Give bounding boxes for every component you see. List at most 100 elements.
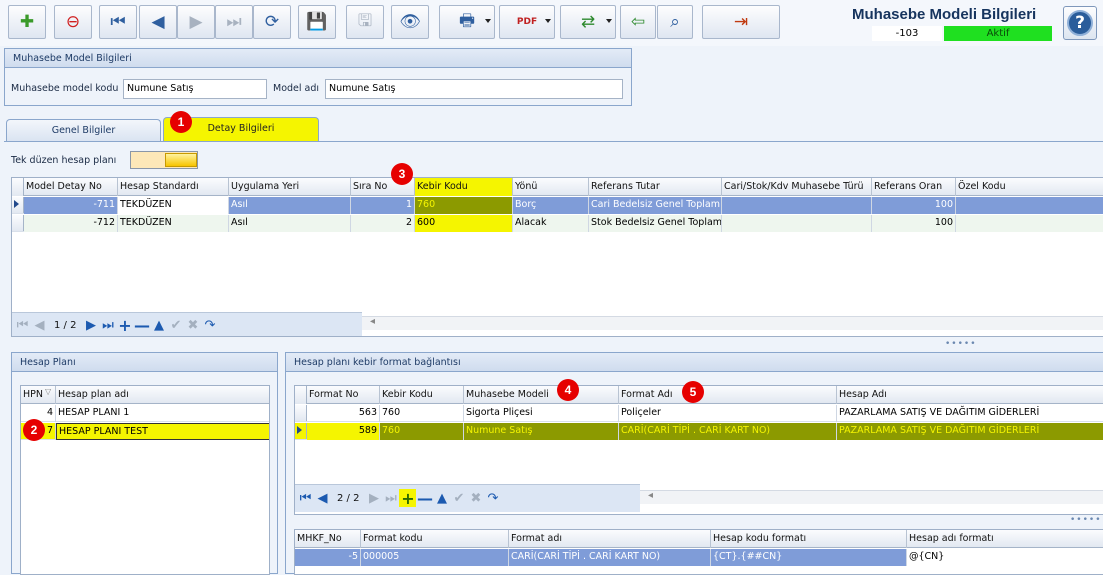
first-record-icon: ⏮: [110, 12, 126, 32]
col-hesap-kodu-formati[interactable]: Hesap kodu formatı: [711, 530, 907, 548]
table-row[interactable]: -712 TEKDÜZEN Asıl 2 600 Alacak Stok Bed…: [12, 215, 1103, 232]
hesap-plani-group: Hesap Planı HPN ▽ Hesap plan adı 4 HESAP…: [11, 352, 278, 575]
col-format-adi-2[interactable]: Format adı: [509, 530, 711, 548]
hesap-plani-title: Hesap Planı: [12, 353, 277, 372]
previous-page-icon[interactable]: ◀: [314, 489, 331, 507]
remove-row-icon[interactable]: —: [416, 489, 433, 508]
next-record-button[interactable]: ▶: [177, 5, 215, 39]
preview-icon: 👁: [399, 12, 421, 32]
current-row-icon: [14, 200, 19, 208]
remove-row-icon[interactable]: —: [133, 316, 150, 335]
import-icon: ⇦: [630, 12, 646, 32]
exit-button[interactable]: ⇥: [702, 5, 780, 39]
add-row-icon[interactable]: +: [399, 489, 417, 508]
col-muhasebe-turu[interactable]: Cari/Stok/Kdv Muhasebe Türü: [722, 178, 872, 196]
save-close-button[interactable]: 🖫: [346, 5, 384, 39]
col-yonu[interactable]: Yönü: [513, 178, 589, 196]
filter-icon[interactable]: ▽: [45, 387, 51, 396]
next-page-icon[interactable]: ▶: [365, 489, 382, 507]
table-row[interactable]: 589 760 Numune Satış CARİ(CARİ TİPİ . CA…: [295, 423, 1103, 440]
splitter-handle[interactable]: •••••: [945, 339, 977, 349]
previous-record-icon: ◀: [151, 12, 165, 32]
col-hesap-plan-adi[interactable]: Hesap plan adı: [56, 386, 269, 404]
last-page-icon[interactable]: ⏭: [382, 489, 399, 507]
last-page-icon[interactable]: ⏭: [99, 316, 116, 334]
col-hesap-standardi[interactable]: Hesap Standardı: [118, 178, 229, 196]
kebir-navigator: ⏮ ◀ 2 / 2 ▶ ⏭ + — ▲ ✔ ✖ ↷: [297, 486, 501, 510]
refresh-button[interactable]: ⟳: [253, 5, 291, 39]
first-page-icon[interactable]: ⏮: [297, 489, 314, 507]
col-kebir-kodu-2[interactable]: Kebir Kodu: [380, 386, 464, 404]
page-indicator: 1 / 2: [54, 319, 77, 331]
col-hesap-adi-formati[interactable]: Hesap adı formatı: [907, 530, 1103, 548]
preview-button[interactable]: 👁: [391, 5, 429, 39]
tab-divider: [4, 141, 1103, 142]
col-model-detay-no[interactable]: Model Detay No: [24, 178, 118, 196]
search-button[interactable]: ⌕: [657, 5, 693, 39]
record-id: -103: [872, 26, 942, 41]
detail-horizontal-scrollbar[interactable]: ◂: [362, 316, 1103, 330]
export-button[interactable]: ⇄: [560, 5, 616, 39]
previous-record-button[interactable]: ◀: [139, 5, 177, 39]
pdf-export-button[interactable]: PDF: [499, 5, 555, 39]
confirm-icon[interactable]: ✔: [450, 489, 467, 507]
kebir-format-grid: Format No Kebir Kodu Muhasebe Modeli For…: [294, 385, 1103, 515]
kebir-format-title: Hesap planı kebir format bağlantısı: [286, 353, 1103, 372]
model-code-input[interactable]: Numune Satış: [123, 79, 267, 99]
delete-record-icon: ⊖: [65, 12, 81, 32]
refresh-icon: ⟳: [264, 12, 280, 32]
import-button[interactable]: ⇦: [620, 5, 656, 39]
tek-duzen-toggle[interactable]: [130, 151, 198, 169]
table-row[interactable]: -711 TEKDÜZEN Asıl 1 760 Borç Cari Bedel…: [12, 197, 1103, 214]
splitter-handle[interactable]: •••••: [1070, 515, 1102, 525]
col-referans-tutar[interactable]: Referans Tutar: [589, 178, 722, 196]
refresh-grid-icon[interactable]: ↷: [484, 489, 501, 507]
new-record-button[interactable]: ✚: [8, 5, 46, 39]
col-format-adi[interactable]: Format Adı: [619, 386, 837, 404]
col-referans-oran[interactable]: Referans Oran: [872, 178, 956, 196]
table-row[interactable]: 563 760 Sigorta Pliçesi Poliçeler PAZARL…: [295, 405, 1103, 422]
tab-genel-bilgiler[interactable]: Genel Bilgiler: [6, 119, 161, 142]
edit-row-icon[interactable]: ▲: [150, 316, 167, 334]
first-record-button[interactable]: ⏮: [99, 5, 137, 39]
confirm-icon[interactable]: ✔: [167, 316, 184, 334]
col-format-kodu[interactable]: Format kodu: [361, 530, 509, 548]
col-mhkf-no[interactable]: MHKF_No: [295, 530, 361, 548]
print-button[interactable]: 🖶: [439, 5, 495, 39]
col-kebir-kodu[interactable]: Kebir Kodu: [415, 178, 513, 196]
table-row[interactable]: 4 HESAP PLANI 1: [21, 405, 269, 422]
col-muhasebe-modeli[interactable]: Muhasebe Modeli: [464, 386, 619, 404]
edit-row-icon[interactable]: ▲: [433, 489, 450, 507]
model-code-label: Muhasebe model kodu: [11, 83, 119, 94]
refresh-grid-icon[interactable]: ↷: [201, 316, 218, 334]
model-name-input[interactable]: Numune Satış: [325, 79, 623, 99]
tek-duzen-label: Tek düzen hesap planı: [11, 155, 117, 166]
previous-page-icon[interactable]: ◀: [31, 316, 48, 334]
new-record-icon: ✚: [19, 12, 35, 32]
cancel-icon[interactable]: ✖: [184, 316, 201, 334]
table-row[interactable]: 7 HESAP PLANI TEST: [21, 423, 269, 440]
cancel-icon[interactable]: ✖: [467, 489, 484, 507]
col-uygulama-yeri[interactable]: Uygulama Yeri: [229, 178, 351, 196]
save-button[interactable]: 💾: [298, 5, 336, 39]
first-page-icon[interactable]: ⏮: [14, 316, 31, 334]
annotation-badge-4: 4: [557, 379, 579, 401]
pdf-export-icon: PDF: [516, 17, 538, 27]
detail-grid: Model Detay No Hesap Standardı Uygulama …: [11, 177, 1103, 337]
kebir-horizontal-scrollbar[interactable]: ◂: [640, 490, 1103, 504]
next-page-icon[interactable]: ▶: [82, 316, 99, 334]
col-format-no[interactable]: Format No: [307, 386, 380, 404]
add-row-icon[interactable]: +: [116, 316, 133, 335]
table-row[interactable]: -5 000005 CARİ(CARİ TİPİ . CARİ KART NO)…: [295, 549, 1103, 566]
col-ozel-kodu[interactable]: Özel Kodu: [956, 178, 1103, 196]
col-hesap-adi[interactable]: Hesap Adı: [837, 386, 1103, 404]
model-name-label: Model adı: [273, 83, 320, 94]
last-record-button[interactable]: ⏭: [215, 5, 253, 39]
delete-record-button[interactable]: ⊖: [54, 5, 92, 39]
save-close-icon: 🖫: [357, 10, 373, 31]
help-button[interactable]: ?: [1063, 6, 1097, 40]
save-icon: 💾: [306, 12, 328, 32]
search-icon: ⌕: [670, 12, 680, 32]
annotation-badge-3: 3: [391, 163, 413, 185]
detail-grid-header: Model Detay No Hesap Standardı Uygulama …: [12, 178, 1103, 196]
